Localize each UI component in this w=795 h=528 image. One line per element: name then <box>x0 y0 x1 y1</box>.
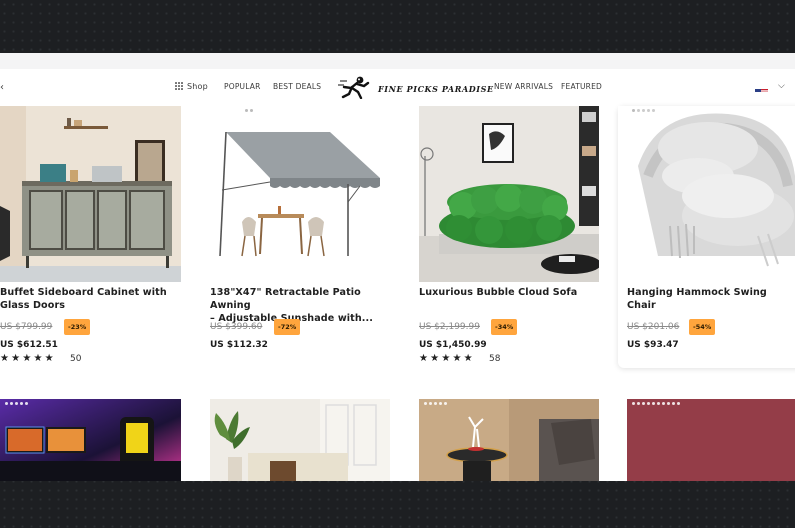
original-price: US $399.60 <box>210 322 263 332</box>
brand-name: FINE PICKS PARADISE <box>378 84 494 94</box>
product-title[interactable]: Buffet Sideboard Cabinet with Glass Doors <box>0 286 167 312</box>
back-arrow-icon[interactable]: ‹ <box>0 82 4 93</box>
product-image-burgundy[interactable] <box>627 399 795 481</box>
discount-badge: -54% <box>689 319 716 335</box>
rating-count: 50 <box>70 354 82 364</box>
product-title[interactable]: Luxurious Bubble Cloud Sofa <box>419 286 577 299</box>
product-image-sideboard[interactable] <box>0 106 181 282</box>
nav-featured[interactable]: FEATURED <box>561 82 602 91</box>
product-title[interactable]: 138"X47" Retractable Patio Awning – Adjus… <box>210 286 390 325</box>
sale-price: US $612.51 <box>0 340 58 350</box>
rating-stars: ★★★★★ <box>419 353 475 364</box>
original-price: US $2,199.99 <box>419 322 480 332</box>
product-card[interactable] <box>627 399 795 481</box>
image-carousel-dots[interactable] <box>424 402 447 405</box>
original-price: US $201.06 <box>627 322 680 332</box>
product-image-sofa[interactable] <box>419 106 599 282</box>
us-flag-icon[interactable] <box>755 83 768 92</box>
image-carousel-dots[interactable] <box>632 402 680 405</box>
sale-price: US $112.32 <box>210 340 268 350</box>
product-card[interactable]: Hanging Hammock Swing Chair US $201.06 -… <box>618 106 795 366</box>
discount-badge: -23% <box>64 319 91 335</box>
original-price: US $799.99 <box>0 322 53 332</box>
browser-viewport: ‹ Shop POPULAR BEST DEALS FINE PICKS PAR… <box>0 53 795 481</box>
chevron-down-icon[interactable]: ⌵ <box>778 81 785 91</box>
nav-shop[interactable]: Shop <box>187 82 208 91</box>
product-card[interactable]: 138"X47" Retractable Patio Awning – Adjus… <box>210 106 390 366</box>
product-image-side-table[interactable] <box>419 399 599 481</box>
product-image-awning[interactable] <box>210 106 390 282</box>
sale-price: US $93.47 <box>627 340 679 350</box>
image-carousel-dots[interactable] <box>5 402 28 405</box>
discount-badge: -34% <box>491 319 518 335</box>
product-card[interactable] <box>0 399 181 481</box>
product-image-hammock[interactable] <box>618 106 795 282</box>
top-strip <box>0 53 795 69</box>
nav-new-arrivals[interactable]: NEW ARRIVALS <box>494 82 553 91</box>
product-card[interactable] <box>210 399 390 481</box>
grid-icon[interactable] <box>175 82 183 90</box>
rating-count: 58 <box>489 354 501 364</box>
product-title[interactable]: Hanging Hammock Swing Chair <box>627 286 795 312</box>
discount-badge: -72% <box>274 319 301 335</box>
product-card[interactable]: Luxurious Bubble Cloud Sofa US $2,199.99… <box>419 106 599 366</box>
brand-logo[interactable]: FINE PICKS PARADISE <box>338 75 493 101</box>
running-figure-icon <box>338 76 370 99</box>
sale-price: US $1,450.99 <box>419 340 487 350</box>
image-carousel-dots[interactable] <box>215 109 253 112</box>
product-card[interactable] <box>419 399 599 481</box>
product-image-gaming-desk[interactable] <box>0 399 181 481</box>
nav-popular[interactable]: POPULAR <box>224 82 261 91</box>
navbar: ‹ Shop POPULAR BEST DEALS FINE PICKS PAR… <box>0 69 795 106</box>
nav-best-deals[interactable]: BEST DEALS <box>273 82 321 91</box>
image-carousel-dots[interactable] <box>632 109 655 112</box>
product-image-living-room[interactable] <box>210 399 390 481</box>
product-card[interactable]: Buffet Sideboard Cabinet with Glass Doors… <box>0 106 181 366</box>
rating-stars: ★★★★★ <box>0 353 56 364</box>
